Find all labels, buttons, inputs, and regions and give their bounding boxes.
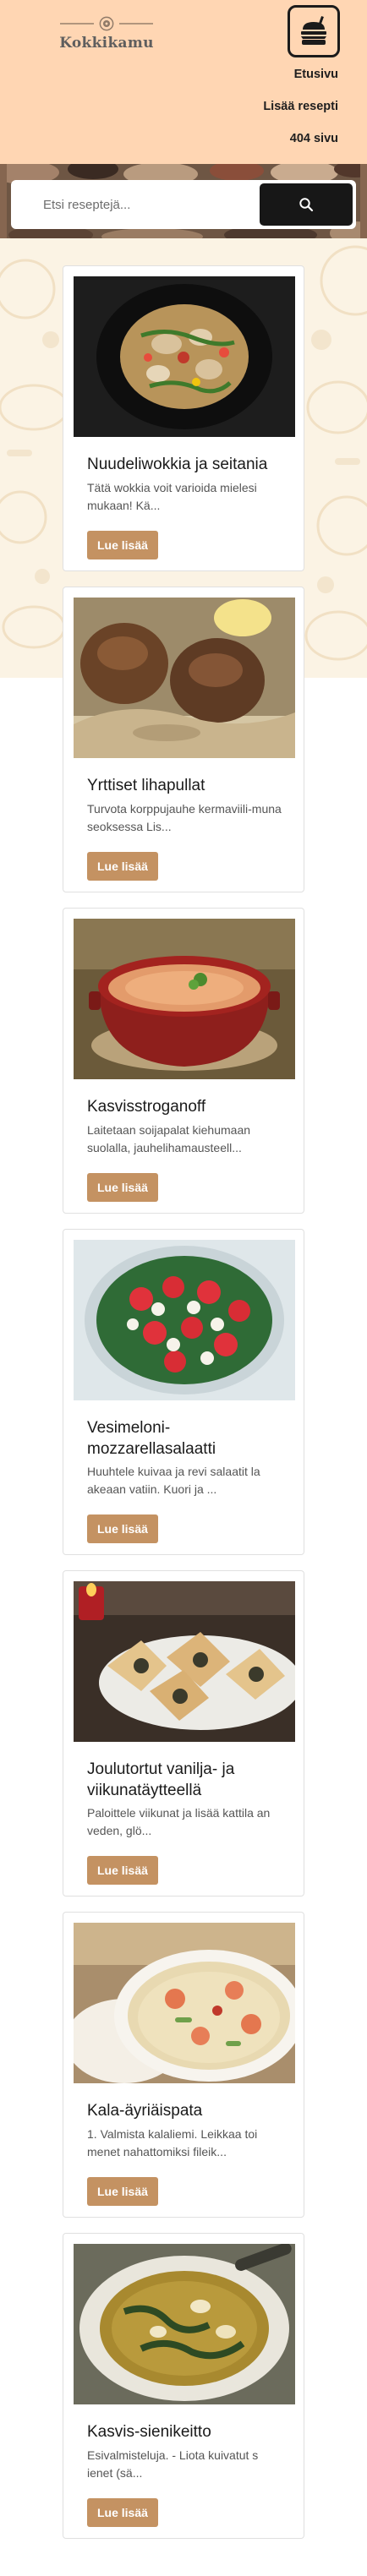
search-form [11,180,356,229]
read-more-button[interactable]: Lue lisää [87,2498,158,2527]
recipe-title: Yrttiset lihapullat [87,777,205,794]
logo-text: Kokkikamu [59,35,154,52]
recipe-excerpt: Esivalmisteluja. - Liota kuivatut s iene… [87,2448,259,2480]
main-nav: Etusivu Lisää resepti 404 sivu [263,64,338,161]
logo-mark [60,14,153,34]
recipe-excerpt: 1. Valmista kalaliemi. Leikkaa toi menet… [87,2127,258,2158]
recipe-image[interactable] [74,1923,295,2083]
nav-link-404[interactable]: 404 sivu [290,132,338,145]
search-input[interactable] [11,180,260,229]
logo-divider [60,23,94,25]
recipe-title: Vesimeloni-mozzarellasalaatti [87,1419,216,1458]
nav-link-add-recipe[interactable]: Lisää resepti [263,100,338,113]
recipe-title: Kasvis-sienikeitto [87,2423,211,2441]
recipe-excerpt: Paloittele viikunat ja lisää kattila an … [87,1806,271,1837]
recipe-excerpt: Huuhtele kuivaa ja revi salaatit la akea… [87,1465,260,1496]
search-button[interactable] [260,183,353,226]
recipe-card: Kasvisstroganoff Laitetaan soijapalat ki… [63,908,304,1214]
recipe-excerpt: Tätä wokkia voit varioida mielesi mukaan… [87,481,257,512]
recipe-excerpt: Laitetaan soijapalat kiehumaan suolalla,… [87,1123,251,1154]
mushroom-soup-photo [74,2244,295,2404]
recipe-title: Kasvisstroganoff [87,1098,206,1116]
recipe-image[interactable] [74,1581,295,1742]
read-more-button[interactable]: Lue lisää [87,1856,158,1885]
recipe-title: Kala-äyriäispata [87,2102,203,2120]
recipe-image[interactable] [74,598,295,758]
recipe-card: Nuudeliwokkia ja seitania Tätä wokkia vo… [63,265,304,571]
recipe-card: Yrttiset lihapullat Turvota korppujauhe … [63,587,304,892]
seafood-stew-photo [74,1923,295,2083]
read-more-button[interactable]: Lue lisää [87,1514,158,1543]
read-more-button[interactable]: Lue lisää [87,531,158,559]
site-header: Kokkikamu Etusivu Lisää resepti 404 sivu [0,0,367,164]
search-icon [299,198,314,212]
recipe-cards: Nuudeliwokkia ja seitania Tätä wokkia vo… [0,238,367,2576]
logo-emblem-icon [99,16,114,31]
recipe-card: Kala-äyriäispata 1. Valmista kalaliemi. … [63,1912,304,2218]
read-more-button[interactable]: Lue lisää [87,1173,158,1202]
recipe-image[interactable] [74,919,295,1079]
watermelon-salad-photo [74,1240,295,1400]
nav-item-add-recipe: Lisää resepti [263,96,338,128]
recipe-list-section: Nuudeliwokkia ja seitania Tätä wokkia vo… [0,238,367,2576]
stroganoff-pot-photo [74,919,295,1079]
recipe-image[interactable] [74,2244,295,2404]
site-logo[interactable]: Kokkikamu [52,14,161,57]
recipe-excerpt: Turvota korppujauhe kermaviili-muna seok… [87,802,282,833]
recipe-title: Joulutortut vanilja- ja viikunatäytteell… [87,1760,235,1799]
meatballs-photo [74,598,295,758]
logo-divider [119,23,153,25]
recipe-card: Joulutortut vanilja- ja viikunatäytteell… [63,1570,304,1897]
read-more-button[interactable]: Lue lisää [87,852,158,881]
wok-noodles-photo [74,276,295,437]
nav-link-home[interactable]: Etusivu [294,68,338,81]
recipe-title: Nuudeliwokkia ja seitania [87,456,268,473]
menu-toggle-button[interactable] [288,5,340,57]
recipe-card: Vesimeloni-mozzarellasalaatti Huuhtele k… [63,1229,304,1555]
nav-item-home: Etusivu [263,64,338,96]
recipe-image[interactable] [74,1240,295,1400]
recipe-image[interactable] [74,276,295,437]
christmas-pastries-photo [74,1581,295,1742]
read-more-button[interactable]: Lue lisää [87,2177,158,2206]
recipe-card: Kasvis-sienikeitto Esivalmisteluja. - Li… [63,2233,304,2539]
burger-icon [301,16,326,45]
nav-item-404: 404 sivu [263,128,338,161]
search-section [0,164,367,238]
